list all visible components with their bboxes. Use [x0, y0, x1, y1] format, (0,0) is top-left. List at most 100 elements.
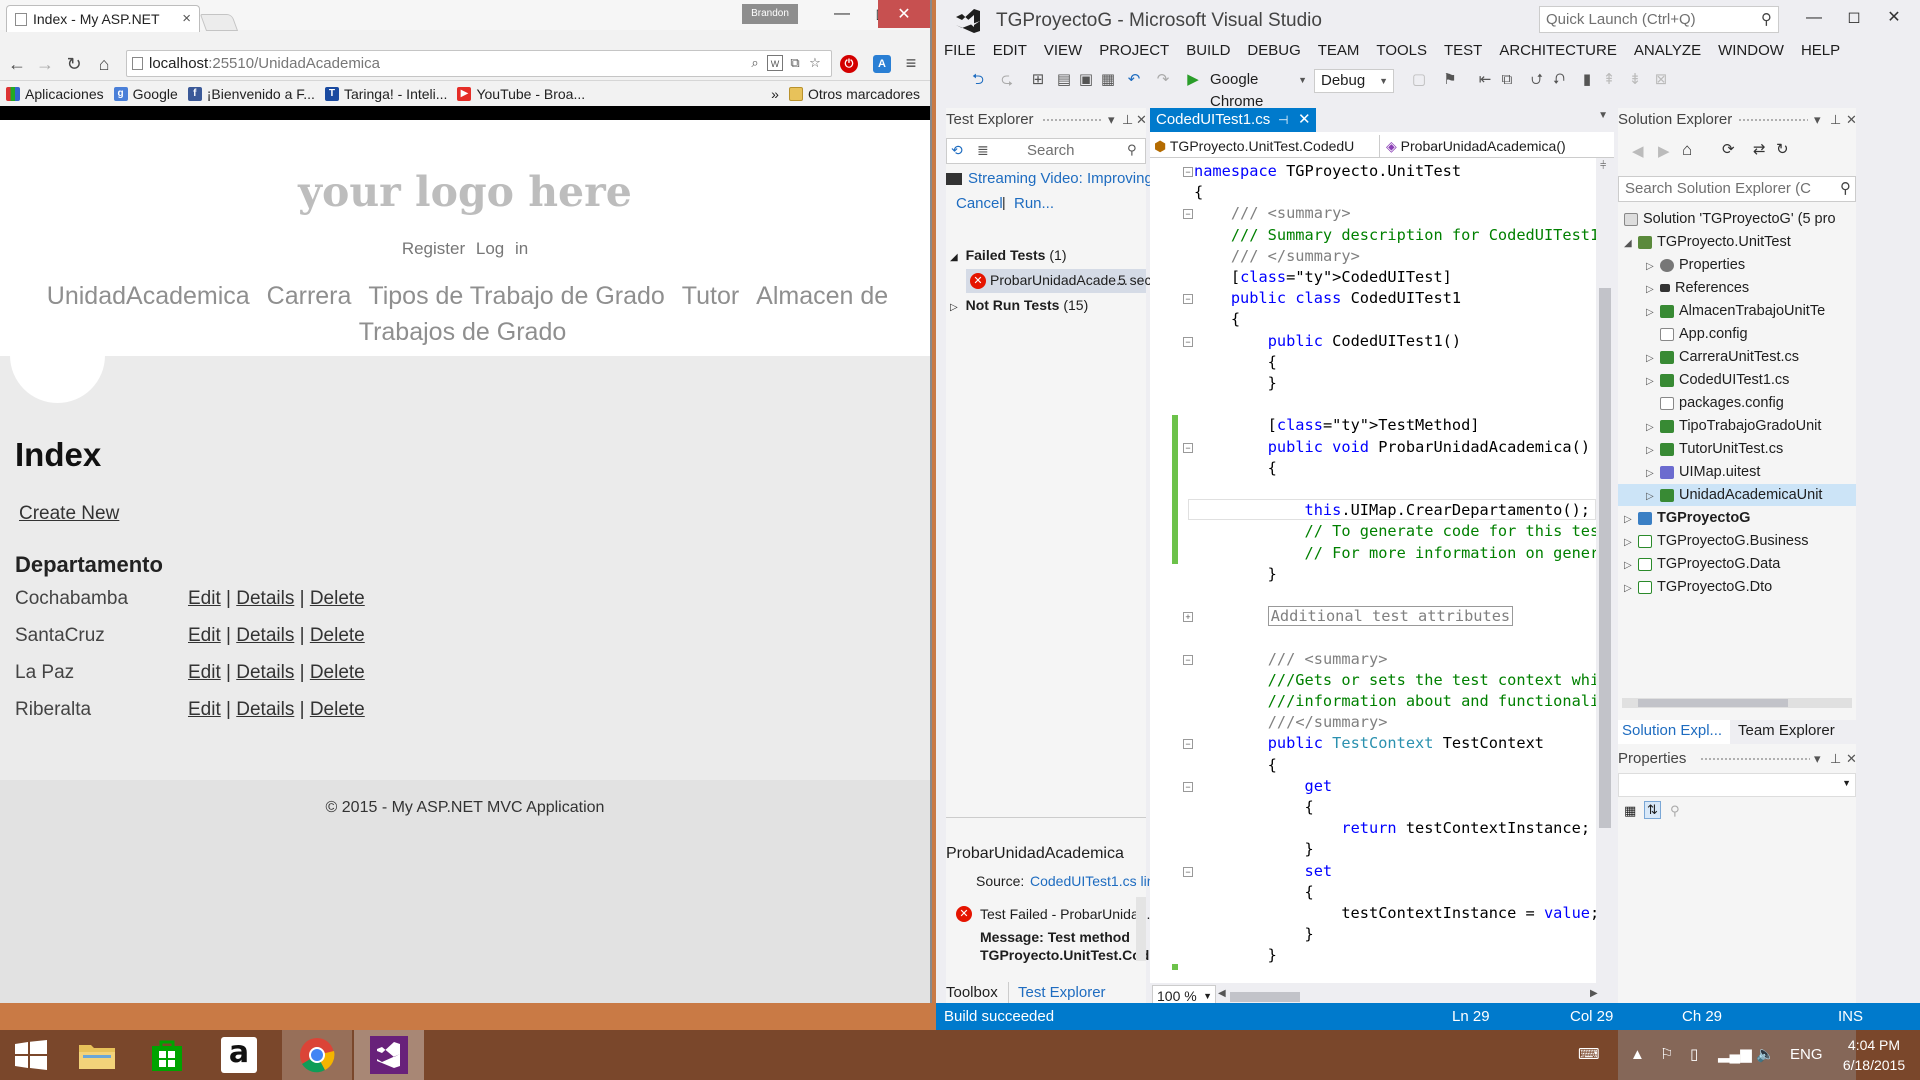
collapse-region-icon[interactable]: − [1183, 442, 1193, 453]
site-logo[interactable]: your logo here [0, 168, 930, 216]
edit-link[interactable]: Edit [188, 588, 221, 609]
dropdown-icon[interactable]: ▾ [1814, 747, 1821, 771]
tree-item-cs-file[interactable]: ▷ CarreraUnitTest.cs [1646, 346, 1799, 368]
code-line[interactable]: namespace TGProyecto.UnitTest [1194, 161, 1461, 182]
scroll-right-icon[interactable]: ▶ [1590, 988, 1598, 999]
menu-analyze[interactable]: ANALYZE [1626, 38, 1710, 64]
menu-project[interactable]: PROJECT [1091, 38, 1178, 64]
code-line[interactable]: } [1194, 924, 1314, 945]
vs-maximize-icon[interactable]: ◻ [1834, 4, 1874, 32]
delete-link[interactable]: Delete [310, 699, 365, 720]
refresh-tests-icon[interactable]: ⟲ [951, 142, 963, 159]
navigate-forward-icon[interactable]: ⮎ [998, 71, 1016, 89]
nav-tutor[interactable]: Tutor [682, 282, 739, 310]
doc-tab-codeduitest1[interactable]: CodedUITest1.cs ⊣ ✕ [1150, 108, 1316, 132]
minimize-icon[interactable]: — [820, 0, 864, 28]
tree-item-properties[interactable]: ▷ Properties [1646, 254, 1745, 276]
attach-icon[interactable]: ▢ [1410, 71, 1428, 89]
address-bar[interactable]: localhost:25510/UnidadAcademica ⌕ W ⧉ ☆ [126, 50, 832, 77]
reload-icon[interactable]: ↻ [63, 53, 85, 75]
editor-vertical-scrollbar[interactable]: ⫩ [1596, 158, 1614, 983]
solution-search-input[interactable]: Search Solution Explorer (C ⚲ [1618, 176, 1856, 202]
code-line[interactable]: { [1194, 882, 1314, 903]
tree-item-config[interactable]: packages.config [1660, 392, 1784, 414]
forward-icon[interactable]: → [34, 53, 56, 75]
tree-item-cs-file[interactable]: ▷ AlmacenTrabajoUnitTe [1646, 300, 1825, 322]
failed-test-row[interactable]: ✕ ProbarUnidadAcade... 5 sec [966, 269, 1151, 293]
code-line[interactable]: set [1194, 861, 1333, 882]
open-file-icon[interactable]: ▤ [1055, 71, 1073, 89]
details-link[interactable]: Details [236, 588, 294, 609]
tree-item-cs-file[interactable]: ▷ TipoTrabajoGradoUnit [1646, 415, 1821, 437]
pending-changes-icon[interactable]: ⟳ [1722, 140, 1735, 158]
volume-icon[interactable]: 🔈 [1756, 1030, 1775, 1080]
split-icon[interactable]: ⫩ [1600, 160, 1606, 173]
streaming-video-link[interactable]: Streaming Video: Improving qu [946, 170, 1174, 192]
tree-horizontal-scrollbar[interactable] [1622, 698, 1852, 708]
language-indicator[interactable]: ENG [1790, 1030, 1823, 1080]
bookmark-star-icon[interactable]: ☆ [807, 55, 823, 71]
debug-location-icon[interactable]: ⚑ [1441, 71, 1459, 89]
tab-test-explorer[interactable]: Test Explorer [1018, 984, 1106, 1001]
bookmark-facebook[interactable]: f ¡Bienvenido a F... [187, 86, 315, 102]
nav-tipos-trabajo[interactable]: Tipos de Trabajo de Grado [368, 282, 664, 310]
chrome-taskbar-button[interactable] [282, 1030, 352, 1080]
tree-item-cs-file[interactable]: ▷ TutorUnitTest.cs [1646, 438, 1783, 460]
scroll-thumb[interactable] [1638, 699, 1788, 707]
code-line[interactable]: } [1194, 839, 1314, 860]
type-dropdown[interactable]: ⬢ TGProyecto.UnitTest.CodedU [1150, 135, 1380, 157]
bookmark-icon[interactable]: ▮ [1578, 71, 1596, 89]
undo-icon[interactable]: ↶ [1125, 71, 1143, 89]
delete-link[interactable]: Delete [310, 662, 365, 683]
tree-item-startup-project[interactable]: ▷ TGProyectoG [1624, 507, 1750, 529]
tree-item-project[interactable]: ▷ TGProyectoG.Dto [1624, 576, 1772, 598]
edit-link[interactable]: Edit [188, 662, 221, 683]
code-line[interactable]: { [1194, 309, 1240, 330]
next-bookmark-icon[interactable]: ⇟ [1626, 71, 1644, 89]
collapse-region-icon[interactable]: − [1183, 294, 1193, 305]
refresh-icon[interactable]: ↻ [1776, 140, 1789, 158]
zoom-icon[interactable]: ⌕ [747, 55, 763, 71]
menu-edit[interactable]: EDIT [985, 38, 1036, 64]
failed-tests-group[interactable]: ◢ Failed Tests (1) [950, 247, 1067, 263]
start-debug-icon[interactable]: ▶ [1184, 71, 1202, 89]
clear-bookmarks-icon[interactable]: ⊠ [1652, 71, 1670, 89]
pin-icon[interactable]: ⊣ [1278, 108, 1288, 132]
close-tab-icon[interactable]: ✕ [1298, 108, 1311, 132]
adblock-icon[interactable]: ⏻ [840, 55, 858, 73]
pin-icon[interactable]: ⊥ [1830, 108, 1841, 132]
layout-icon[interactable]: ⧉ [1498, 71, 1516, 89]
register-link[interactable]: Register [402, 239, 465, 258]
code-line[interactable]: { [1194, 352, 1277, 373]
code-line[interactable]: ///Gets or sets the test context whi [1194, 670, 1600, 691]
back-icon[interactable]: ← [6, 53, 28, 75]
code-line[interactable]: // For more information on gener [1194, 543, 1600, 564]
vs-close-icon[interactable]: ✕ [1874, 4, 1914, 32]
collapse-region-icon[interactable]: − [1183, 866, 1193, 877]
close-window-icon[interactable]: ✕ [878, 0, 930, 28]
test-search-bar[interactable]: ⟲ ≣ Search ⚲ [946, 138, 1146, 164]
code-line[interactable]: /// </summary> [1194, 246, 1360, 267]
close-icon[interactable]: ✕ [1846, 108, 1857, 132]
action-center-icon[interactable]: ⚐ [1660, 1030, 1673, 1080]
menu-tools[interactable]: TOOLS [1368, 38, 1436, 64]
menu-view[interactable]: VIEW [1036, 38, 1091, 64]
group-by-icon[interactable]: ≣ [977, 142, 989, 159]
edit-link[interactable]: Edit [188, 699, 221, 720]
quick-launch-input[interactable]: Quick Launch (Ctrl+Q) ⚲ [1539, 6, 1779, 33]
file-explorer-button[interactable] [66, 1030, 128, 1080]
collapse-region-icon[interactable]: − [1183, 781, 1193, 792]
delete-link[interactable]: Delete [310, 625, 365, 646]
amazon-button[interactable]: a [208, 1030, 270, 1080]
code-area[interactable]: namespace TGProyecto.UnitTest −{ /// <sum… [1150, 158, 1614, 983]
scroll-left-icon[interactable]: ◀ [1218, 988, 1226, 999]
collapse-region-icon[interactable]: − [1183, 654, 1193, 665]
code-line[interactable]: this.UIMap.CrearDepartamento(); [1194, 500, 1591, 521]
code-line[interactable]: public TestContext TestContext [1194, 733, 1544, 754]
browser-tab[interactable]: Index - My ASP.NET × [6, 5, 200, 32]
member-dropdown[interactable]: ◈ ProbarUnidadAcademica() [1382, 135, 1614, 157]
tab-solution-explorer[interactable]: Solution Expl... [1618, 720, 1730, 744]
step-icon[interactable]: ⇤ [1476, 71, 1494, 89]
properties-object-dropdown[interactable]: ▼ [1618, 773, 1856, 797]
detail-scrollbar[interactable] [1136, 897, 1146, 961]
